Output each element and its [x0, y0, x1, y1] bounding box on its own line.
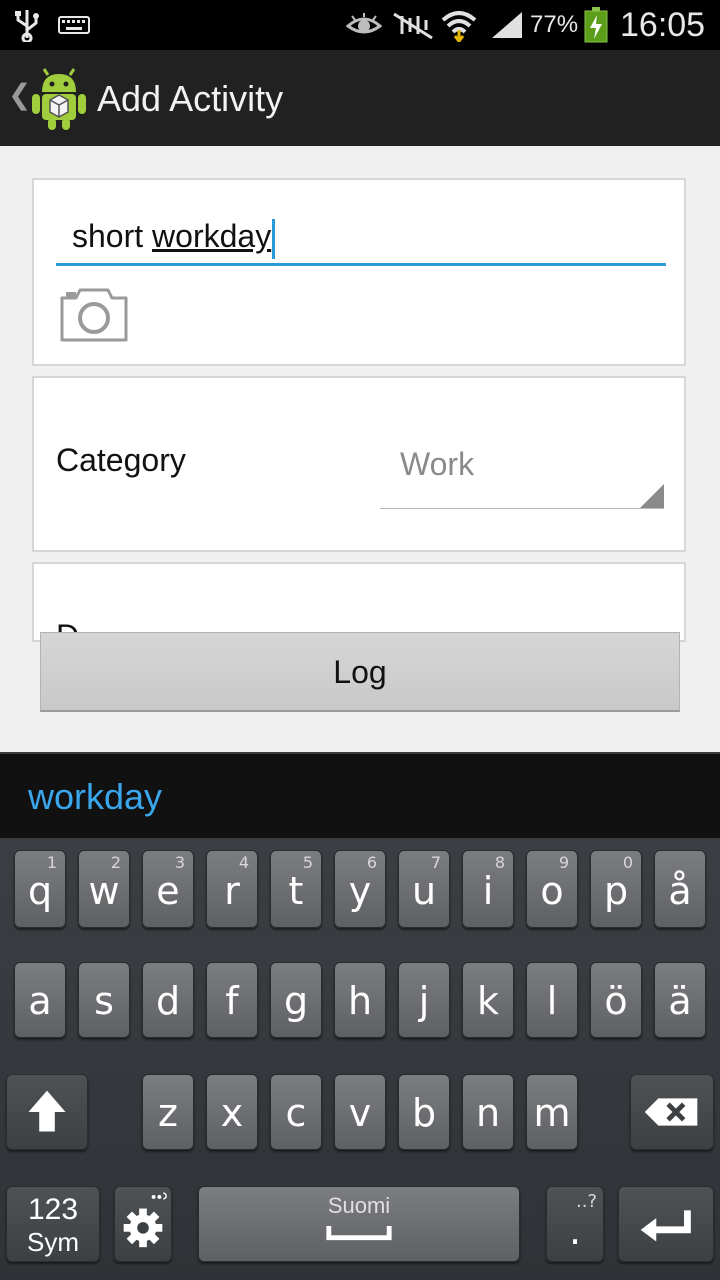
- wifi-icon: [440, 0, 478, 50]
- key-m[interactable]: m: [526, 1074, 578, 1150]
- key-label: d: [155, 979, 181, 1023]
- space-key[interactable]: Suomi: [198, 1186, 520, 1262]
- key-k[interactable]: k: [462, 962, 514, 1038]
- key-label: k: [476, 979, 499, 1023]
- key-label: r: [224, 869, 240, 913]
- key-w[interactable]: 2w: [78, 850, 130, 928]
- log-button[interactable]: Log: [40, 632, 680, 712]
- key-d[interactable]: d: [142, 962, 194, 1038]
- suggestion-strip: workday: [0, 752, 720, 838]
- status-bar: 77% 16:05: [0, 0, 720, 50]
- key-a[interactable]: a: [14, 962, 66, 1038]
- key-t[interactable]: 5t: [270, 850, 322, 928]
- key-label: o: [540, 869, 564, 913]
- dropdown-arrow-icon: [640, 484, 664, 508]
- key-label: g: [283, 979, 309, 1023]
- period-key[interactable]: ..? .: [546, 1186, 604, 1262]
- backspace-key[interactable]: [630, 1074, 714, 1150]
- key-label: s: [94, 979, 114, 1023]
- name-text-composing: workday: [152, 218, 272, 254]
- battery-charging-icon: [584, 0, 608, 50]
- key-label: ä: [668, 979, 692, 1023]
- key-ö[interactable]: ö: [590, 962, 642, 1038]
- key-e[interactable]: 3e: [142, 850, 194, 928]
- key-s[interactable]: s: [78, 962, 130, 1038]
- clock: 16:05: [620, 5, 706, 44]
- text-caret: [272, 218, 276, 259]
- key-label: j: [418, 979, 430, 1023]
- sym-key[interactable]: 123 Sym: [6, 1186, 100, 1262]
- key-label: y: [348, 869, 372, 913]
- category-spinner[interactable]: Work: [380, 430, 664, 509]
- sym-key-top-label: 123: [27, 1193, 79, 1226]
- keyboard-icon: [58, 0, 90, 50]
- key-ä[interactable]: ä: [654, 962, 706, 1038]
- key-u[interactable]: 7u: [398, 850, 450, 928]
- key-å[interactable]: å: [654, 850, 706, 928]
- mute-icon: [392, 0, 436, 50]
- key-label: p: [603, 869, 629, 913]
- name-card: short workday: [32, 178, 686, 366]
- period-key-label: .: [568, 1209, 582, 1253]
- key-label: a: [28, 979, 52, 1023]
- signal-icon: [490, 0, 524, 50]
- usb-icon: [14, 0, 40, 50]
- key-label: i: [482, 869, 494, 913]
- suggestion-word[interactable]: workday: [28, 776, 162, 818]
- key-label: w: [88, 869, 120, 913]
- category-card: Category Work: [32, 376, 686, 552]
- key-label: q: [27, 869, 53, 913]
- key-g[interactable]: g: [270, 962, 322, 1038]
- key-label: n: [475, 1091, 501, 1135]
- sym-key-bottom-label: Sym: [27, 1227, 79, 1257]
- key-i[interactable]: 8i: [462, 850, 514, 928]
- key-y[interactable]: 6y: [334, 850, 386, 928]
- duration-card: D: [32, 562, 686, 654]
- category-label: Category: [56, 442, 186, 478]
- activity-name-input[interactable]: short workday: [56, 210, 666, 266]
- key-n[interactable]: n: [462, 1074, 514, 1150]
- category-value: Work: [400, 446, 475, 482]
- soft-keyboard: 123 Sym Suomi ..? . 1q2w3e4r5t6y7u8i9o0p…: [0, 838, 720, 1280]
- key-label: b: [411, 1091, 437, 1135]
- key-q[interactable]: 1q: [14, 850, 66, 928]
- enter-key[interactable]: [618, 1186, 714, 1262]
- key-j[interactable]: j: [398, 962, 450, 1038]
- camera-icon[interactable]: [58, 284, 130, 344]
- key-label: f: [225, 979, 239, 1023]
- key-label: m: [533, 1091, 571, 1135]
- battery-percent: 77%: [530, 11, 579, 38]
- page-title: Add Activity: [97, 78, 284, 119]
- key-p[interactable]: 0p: [590, 850, 642, 928]
- key-label: l: [546, 979, 558, 1023]
- key-r[interactable]: 4r: [206, 850, 258, 928]
- key-o[interactable]: 9o: [526, 850, 578, 928]
- action-bar: ❮ Add Activity: [0, 50, 720, 146]
- key-label: x: [220, 1091, 244, 1135]
- key-z[interactable]: z: [142, 1074, 194, 1150]
- key-f[interactable]: f: [206, 962, 258, 1038]
- key-label: e: [156, 869, 180, 913]
- key-h[interactable]: h: [334, 962, 386, 1038]
- settings-key[interactable]: [114, 1186, 172, 1262]
- key-label: h: [347, 979, 373, 1023]
- key-c[interactable]: c: [270, 1074, 322, 1150]
- shift-key[interactable]: [6, 1074, 88, 1150]
- key-label: v: [348, 1091, 372, 1135]
- android-logo-icon[interactable]: [28, 66, 90, 130]
- key-b[interactable]: b: [398, 1074, 450, 1150]
- key-label: z: [158, 1091, 178, 1135]
- form-content: short workday Category Work D Log: [0, 146, 720, 752]
- key-x[interactable]: x: [206, 1074, 258, 1150]
- key-l[interactable]: l: [526, 962, 578, 1038]
- key-label: u: [411, 869, 437, 913]
- key-label: c: [285, 1091, 307, 1135]
- name-text-plain: short: [72, 218, 153, 254]
- key-label: t: [288, 869, 304, 913]
- eye-icon: [346, 0, 382, 50]
- key-label: ö: [604, 979, 628, 1023]
- key-label: å: [668, 869, 692, 913]
- key-v[interactable]: v: [334, 1074, 386, 1150]
